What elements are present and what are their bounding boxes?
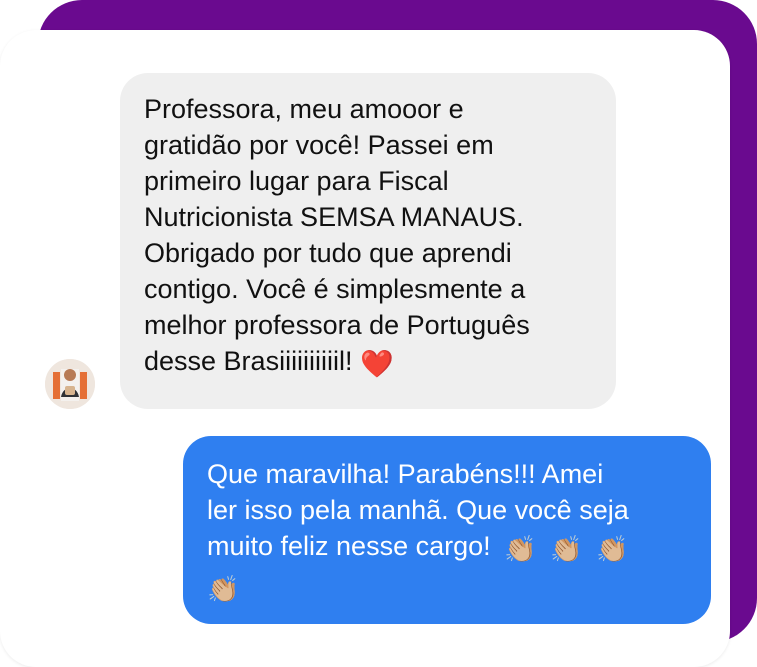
incoming-message-line-4: Nutricionista SEMSA MANAUS. <box>144 202 524 232</box>
outgoing-message-line-2: ler isso pela manhã. Que você seja <box>207 495 629 525</box>
clap-icon: 👏🏼 <box>595 535 629 565</box>
incoming-message-line-8-text: desse Brasiiiiiiiiiil! <box>144 346 353 376</box>
clap-icon: 👏🏼 <box>504 535 537 565</box>
clap-icon: 👏🏼 <box>550 535 583 565</box>
incoming-message-bubble[interactable]: Professora, meu amooor e gratidão por vo… <box>120 73 616 409</box>
user-avatar[interactable] <box>45 359 95 409</box>
outgoing-message-line-4: 👏🏼 <box>207 568 691 608</box>
incoming-message-line-1: Professora, meu amooor e <box>144 94 464 124</box>
clap-icon: 👏🏼 <box>207 575 240 605</box>
outgoing-message-line-3: muito feliz nesse cargo! 👏🏼 👏🏼 👏🏼 <box>207 528 691 568</box>
heart-icon: ❤️ <box>360 349 394 380</box>
incoming-message-line-7: melhor professora de Português <box>144 310 530 340</box>
outgoing-message-bubble[interactable]: Que maravilha! Parabéns!!! Amei ler isso… <box>183 436 711 624</box>
outgoing-message-line-1: Que maravilha! Parabéns!!! Amei <box>207 459 604 489</box>
incoming-message-line-5: Obrigado por tudo que aprendi <box>144 238 512 268</box>
incoming-message-line-8: desse Brasiiiiiiiiiil! ❤️ <box>144 343 594 383</box>
incoming-message-line-3: primeiro lugar para Fiscal <box>144 166 449 196</box>
outgoing-message-line-3-text: muito feliz nesse cargo! <box>207 531 491 561</box>
incoming-message-line-6: contigo. Você é simplesmente a <box>144 274 526 304</box>
incoming-message-line-2: gratidão por você! Passei em <box>144 130 494 160</box>
avatar-photo-icon <box>45 359 95 409</box>
